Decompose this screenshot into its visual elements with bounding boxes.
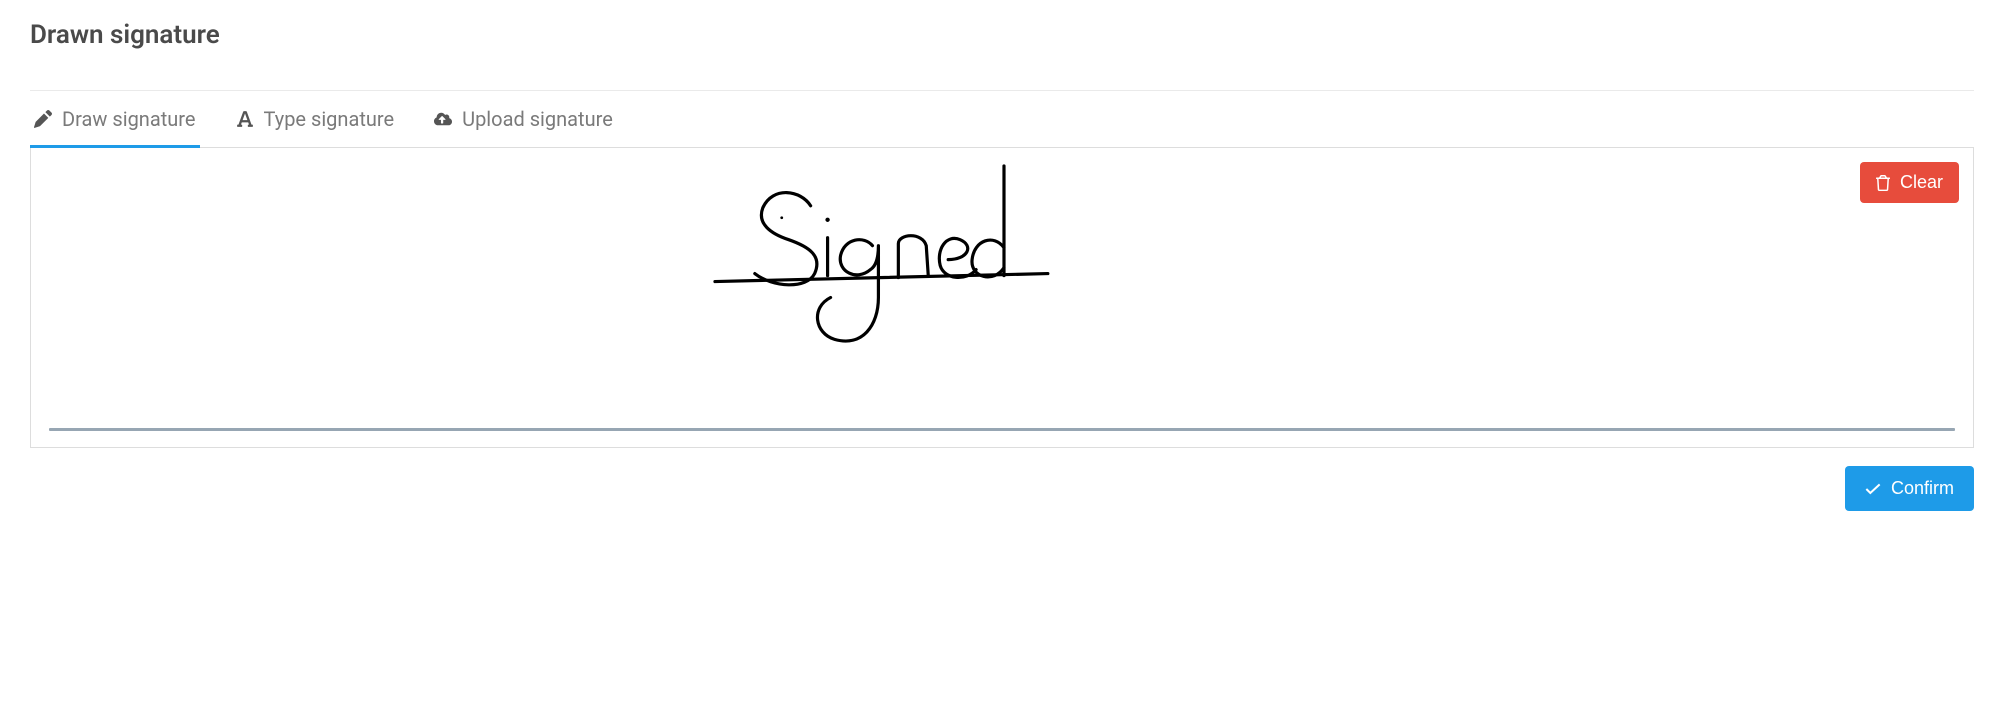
- signature-tabs: Draw signature Type signature Upload sig…: [30, 91, 1974, 148]
- tab-draw-signature[interactable]: Draw signature: [30, 91, 200, 148]
- confirm-button[interactable]: Confirm: [1845, 466, 1974, 511]
- tab-label: Draw signature: [62, 107, 196, 131]
- font-icon: [236, 110, 254, 128]
- tab-upload-signature[interactable]: Upload signature: [430, 91, 617, 148]
- cloud-upload-icon: [434, 110, 452, 128]
- footer-actions: Confirm: [30, 448, 1974, 511]
- signature-baseline: [49, 428, 1955, 431]
- drawn-signature-canvas: [31, 148, 1973, 447]
- signature-draw-area[interactable]: Clear: [30, 148, 1974, 448]
- trash-icon: [1876, 175, 1890, 191]
- confirm-button-label: Confirm: [1891, 478, 1954, 499]
- check-icon: [1865, 482, 1881, 496]
- pencil-icon: [34, 110, 52, 128]
- tab-type-signature[interactable]: Type signature: [232, 91, 399, 148]
- clear-button-label: Clear: [1900, 172, 1943, 193]
- tab-label: Upload signature: [462, 107, 613, 131]
- clear-button[interactable]: Clear: [1860, 162, 1959, 203]
- tab-label: Type signature: [264, 107, 395, 131]
- page-title: Drawn signature: [30, 20, 1974, 50]
